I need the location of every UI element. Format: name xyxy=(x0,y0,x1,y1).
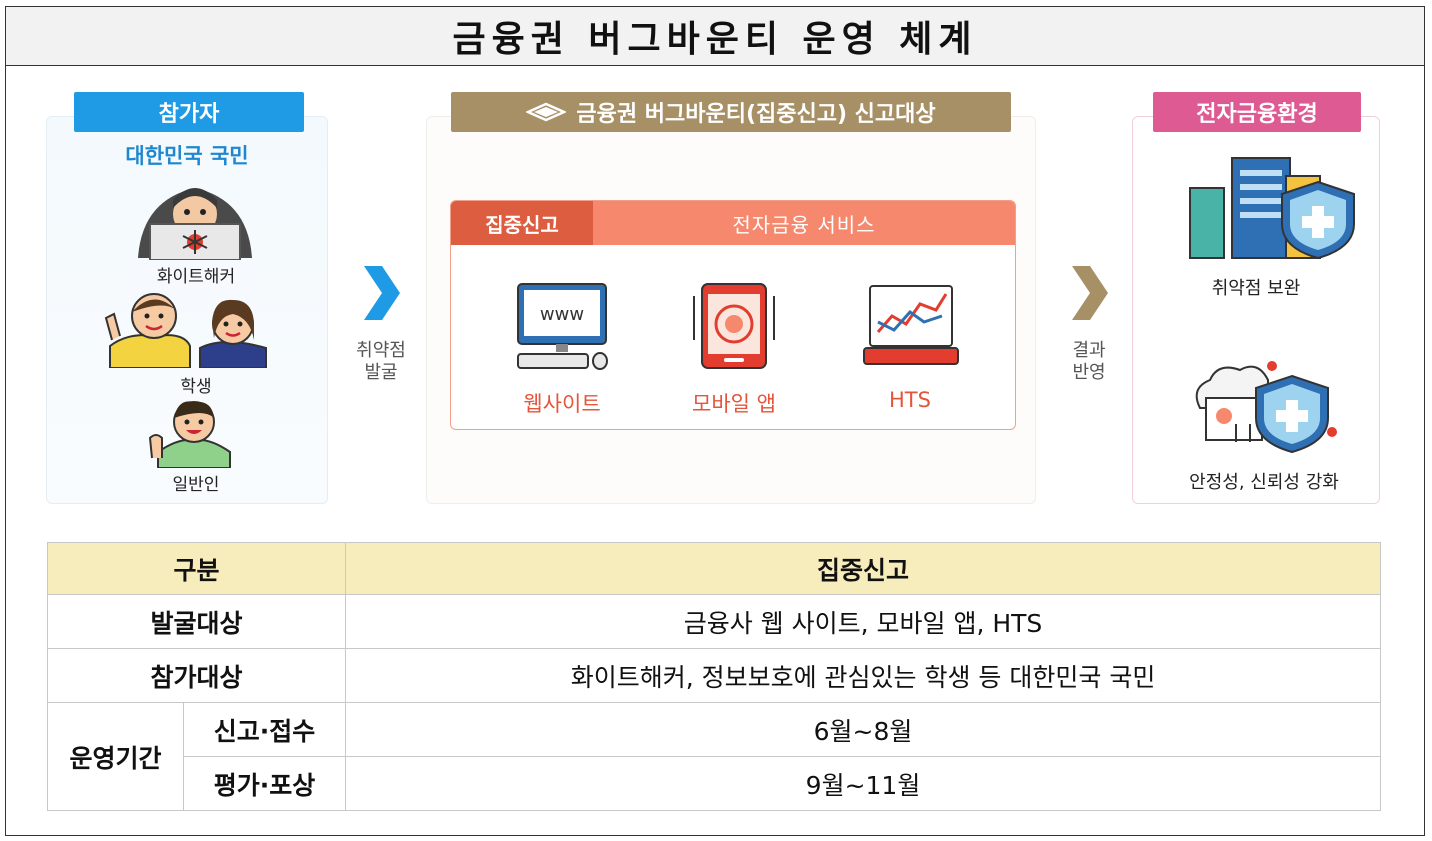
result-label-line1: 결과 xyxy=(1072,340,1106,361)
page-title: 금융권 버그바운티 운영 체계 xyxy=(6,7,1424,66)
environment-item-patch-label: 취약점 보완 xyxy=(1211,278,1301,299)
table-row: 운영기간 신고·접수 6월~8월 xyxy=(47,702,1381,811)
period-sub-label: 평가·포상 xyxy=(182,756,347,811)
cloud-shield-icon xyxy=(1195,361,1337,454)
person-icon xyxy=(148,401,231,468)
table-header-row: 구분 집중신고 xyxy=(46,542,1381,595)
table-header-category: 구분 xyxy=(46,542,347,595)
service-mobile-label: 모바일 앱 xyxy=(692,392,776,416)
students-icon xyxy=(104,293,267,368)
result-label-line2: 반영 xyxy=(1072,362,1106,383)
hts-laptop-icon xyxy=(863,285,959,365)
participants-subtitle: 대한민국 국민 xyxy=(125,144,249,168)
participant-whitehacker-label: 화이트해커 xyxy=(156,267,236,287)
target-tag: 금융권 버그바운티(집중신고) 신고대상 xyxy=(451,92,1011,132)
period-label: 운영기간 xyxy=(47,702,184,811)
arrow-right-icon xyxy=(364,266,400,320)
table-row: 참가대상 화이트해커, 정보보호에 관심있는 학생 등 대한민국 국민 xyxy=(46,648,1381,703)
table-row: 발굴대상 금융사 웹 사이트, 모바일 앱, HTS xyxy=(46,594,1381,649)
service-header-label: 집중신고 xyxy=(451,201,593,245)
period-sub-value: 6월~8월 xyxy=(345,702,1381,757)
period-sub-value: 9월~11월 xyxy=(345,756,1381,811)
table-row-value: 금융사 웹 사이트, 모바일 앱, HTS xyxy=(345,594,1381,649)
participant-general-label: 일반인 xyxy=(172,475,220,495)
arrow-right-brown-icon xyxy=(1072,266,1108,320)
service-website-label: 웹사이트 xyxy=(523,392,601,416)
building-shield-icon xyxy=(1189,157,1355,260)
website-icon: www xyxy=(517,283,608,370)
target-tag-label: 금융권 버그바운티(집중신고) 신고대상 xyxy=(576,102,936,127)
table-row-label: 참가대상 xyxy=(46,648,347,703)
table-row: 평가·포상 9월~11월 xyxy=(48,756,1381,811)
mobile-app-icon xyxy=(693,283,775,369)
table-row-label: 발굴대상 xyxy=(46,594,347,649)
info-table: 구분 집중신고 발굴대상 금융사 웹 사이트, 모바일 앱, HTS 참가대상 … xyxy=(46,542,1381,811)
participant-student-label: 학생 xyxy=(180,377,212,397)
service-header-title: 전자금융 서비스 xyxy=(732,212,876,237)
hacker-icon xyxy=(138,188,252,260)
participants-tag: 참가자 xyxy=(74,92,304,132)
discover-label-line2: 발굴 xyxy=(364,362,398,383)
discover-label-line1: 취약점 xyxy=(356,340,406,361)
table-header-report: 집중신고 xyxy=(345,542,1381,595)
environment-item-stability-label: 안정성, 신뢰성 강화 xyxy=(1189,472,1339,493)
layers-icon xyxy=(526,102,567,122)
table-row-value: 화이트해커, 정보보호에 관심있는 학생 등 대한민국 국민 xyxy=(345,648,1381,703)
environment-tag: 전자금융환경 xyxy=(1153,92,1361,132)
period-sub-label: 신고·접수 xyxy=(182,702,347,757)
result-label: 결과 반영 xyxy=(1046,340,1132,384)
discover-label: 취약점 발굴 xyxy=(338,340,424,384)
service-hts-label: HTS xyxy=(889,388,931,412)
www-text: www xyxy=(540,304,584,325)
